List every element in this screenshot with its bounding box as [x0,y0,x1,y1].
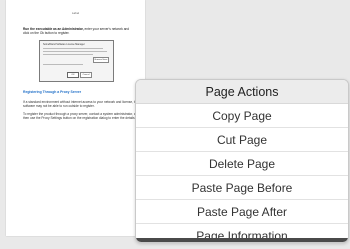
section-heading: Registering Through a Proxy Server [23,90,82,94]
document-header: Label [71,11,80,15]
dialog-cancel-button: Cancel [80,72,92,78]
paragraph-2: To register the product through a proxy … [23,112,140,121]
page-actions-menu: Page Actions Copy Page Cut Page Delete P… [135,79,349,243]
menu-item-paste-page-before[interactable]: Paste Page Before [136,176,348,200]
menu-bottom-bar [136,238,348,242]
intro-paragraph: Run the executable as an Administrator, … [23,27,135,35]
dialog-text-line [43,64,83,65]
menu-item-delete-page[interactable]: Delete Page [136,152,348,176]
dialog-ok-button: OK [67,72,79,78]
document-page-thumbnail[interactable]: Label Run the executable as an Administr… [6,0,145,236]
dialog-title: SomeBrand Software License Manager [43,43,85,46]
paragraph-1: If a standard environment without intern… [23,100,139,109]
menu-item-copy-page[interactable]: Copy Page [136,104,348,128]
menu-item-paste-page-after[interactable]: Paste Page After [136,200,348,224]
dialog-text-line [43,54,93,55]
menu-item-cut-page[interactable]: Cut Page [136,128,348,152]
dialog-text-line [43,51,107,52]
embedded-dialog-screenshot: SomeBrand Software License Manager Brows… [39,40,114,82]
dialog-browse-button: Browse Here [93,57,109,63]
dialog-text-line [43,48,103,49]
menu-title: Page Actions [136,80,348,104]
